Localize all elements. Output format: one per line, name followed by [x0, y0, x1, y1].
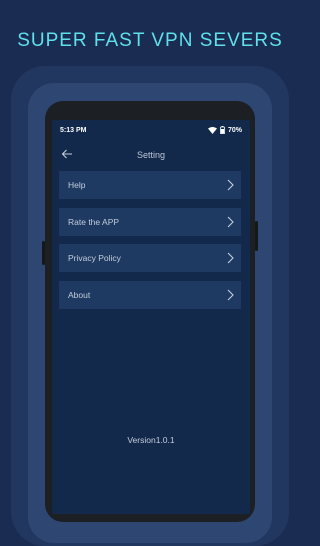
- menu-item-label: Help: [68, 180, 86, 190]
- chevron-right-icon: [227, 252, 234, 264]
- menu-item-about[interactable]: About: [59, 280, 241, 309]
- app-bar: Setting: [52, 140, 250, 172]
- phone-side-button: [42, 241, 45, 265]
- settings-menu: Help Rate the APP Privacy Policy About: [59, 171, 241, 317]
- battery-icon: [220, 126, 225, 134]
- battery-percent: 70%: [227, 126, 242, 134]
- menu-item-label: Rate the APP: [68, 216, 120, 227]
- wifi-icon: [207, 126, 217, 134]
- menu-item-label: About: [68, 289, 91, 300]
- phone-side-button: [255, 221, 258, 251]
- page-title: Setting: [136, 150, 166, 160]
- status-time: 5:13 PM: [60, 126, 87, 134]
- app-screen: 5:13 PM 70% Setting Help Rate the APP Pr…: [52, 120, 250, 514]
- menu-item-help[interactable]: Help: [59, 171, 241, 199]
- menu-item-label: Privacy Policy: [68, 253, 121, 263]
- menu-item-rate-app[interactable]: Rate the APP: [59, 207, 241, 236]
- chevron-right-icon: [227, 289, 234, 300]
- chevron-right-icon: [227, 179, 234, 191]
- status-bar: 5:13 PM 70%: [52, 120, 250, 140]
- status-icons: 70%: [207, 126, 242, 134]
- chevron-right-icon: [227, 216, 234, 227]
- version-text: Version1.0.1: [127, 435, 175, 445]
- promo-headline: SUPER FAST VPN SEVERS: [17, 30, 283, 51]
- menu-item-privacy-policy[interactable]: Privacy Policy: [59, 244, 241, 272]
